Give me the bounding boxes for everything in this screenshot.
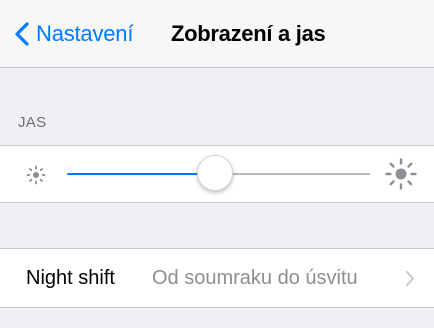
- night-shift-row[interactable]: Night shift Od soumraku do úsvitu: [0, 248, 434, 308]
- night-shift-value: Od soumraku do úsvitu: [152, 267, 358, 289]
- sun-large-icon: [385, 158, 417, 190]
- chevron-right-icon: [406, 271, 414, 286]
- slider-track-unfilled: [215, 173, 370, 175]
- chevron-left-icon: [15, 22, 29, 46]
- page-title: Zobrazení a jas: [171, 21, 326, 46]
- night-shift-label: Night shift: [26, 267, 115, 289]
- brightness-slider[interactable]: [67, 155, 370, 191]
- navigation-bar: Nastavení Zobrazení a jas: [0, 0, 434, 68]
- slider-track-filled: [67, 173, 215, 175]
- slider-thumb[interactable]: [197, 155, 233, 191]
- brightness-section-header: JAS: [18, 114, 47, 131]
- back-button-label: Nastavení: [36, 21, 134, 46]
- sun-small-icon: [26, 165, 46, 185]
- back-button[interactable]: Nastavení: [12, 18, 133, 50]
- brightness-slider-row: [0, 145, 434, 203]
